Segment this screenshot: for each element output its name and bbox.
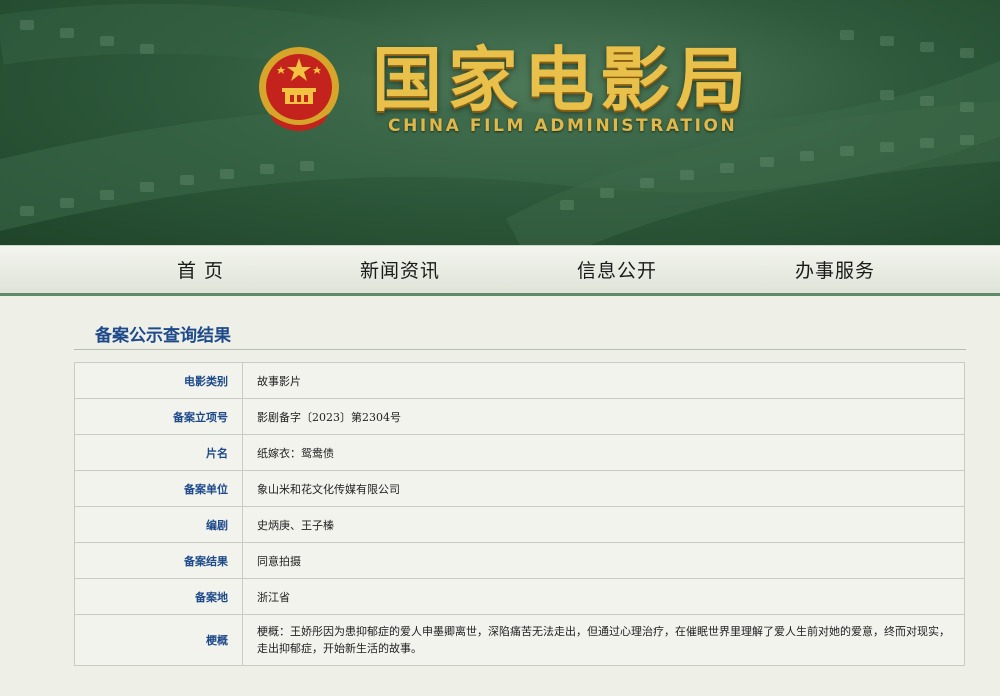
row-value: 影剧备字〔2023〕第2304号: [242, 398, 965, 435]
row-label: 编剧: [74, 506, 243, 543]
row-value: 浙江省: [242, 578, 965, 615]
title-divider: [74, 349, 966, 350]
table-row: 备案单位 象山米和花文化传媒有限公司: [74, 470, 965, 507]
row-value: 纸嫁衣：鸳鸯债: [242, 434, 965, 471]
table-row: 编剧 史炳庚、王子榛: [74, 506, 965, 543]
table-row: 电影类别 故事影片: [74, 362, 965, 399]
row-value: 象山米和花文化传媒有限公司: [242, 470, 965, 507]
row-label: 电影类别: [74, 362, 243, 399]
row-label: 片名: [74, 434, 243, 471]
nav-item-news[interactable]: 新闻资讯: [360, 256, 440, 283]
row-label: 备案地: [74, 578, 243, 615]
header-banner: 国家电影局 CHINA FILM ADMINISTRATION: [0, 0, 1000, 245]
nav-item-services[interactable]: 办事服务: [795, 256, 875, 283]
row-value: 故事影片: [242, 362, 965, 399]
main-nav: 首 页 新闻资讯 信息公开 办事服务: [0, 245, 1000, 296]
national-emblem-icon: [259, 47, 339, 131]
site-title-cn: 国家电影局: [372, 39, 752, 121]
row-label: 备案立项号: [74, 398, 243, 435]
row-value: 梗概：王娇彤因为患抑郁症的爱人申墨卿离世，深陷痛苦无法走出，但通过心理治疗，在催…: [242, 614, 965, 666]
row-label: 备案单位: [74, 470, 243, 507]
table-row: 备案立项号 影剧备字〔2023〕第2304号: [74, 398, 965, 435]
row-value: 同意拍摄: [242, 542, 965, 579]
nav-item-home[interactable]: 首 页: [177, 256, 224, 283]
row-value: 史炳庚、王子榛: [242, 506, 965, 543]
table-row: 备案结果 同意拍摄: [74, 542, 965, 579]
filing-details-table: 电影类别 故事影片 备案立项号 影剧备字〔2023〕第2304号 片名 纸嫁衣：…: [74, 362, 965, 666]
table-row: 梗概 梗概：王娇彤因为患抑郁症的爱人申墨卿离世，深陷痛苦无法走出，但通过心理治疗…: [74, 614, 965, 666]
row-label: 梗概: [74, 614, 243, 666]
table-row: 片名 纸嫁衣：鸳鸯债: [74, 434, 965, 471]
page-title: 备案公示查询结果: [95, 326, 231, 346]
table-row: 备案地 浙江省: [74, 578, 965, 615]
row-label: 备案结果: [74, 542, 243, 579]
site-title-en: CHINA FILM ADMINISTRATION: [388, 116, 738, 136]
nav-item-info-disclosure[interactable]: 信息公开: [577, 256, 657, 283]
